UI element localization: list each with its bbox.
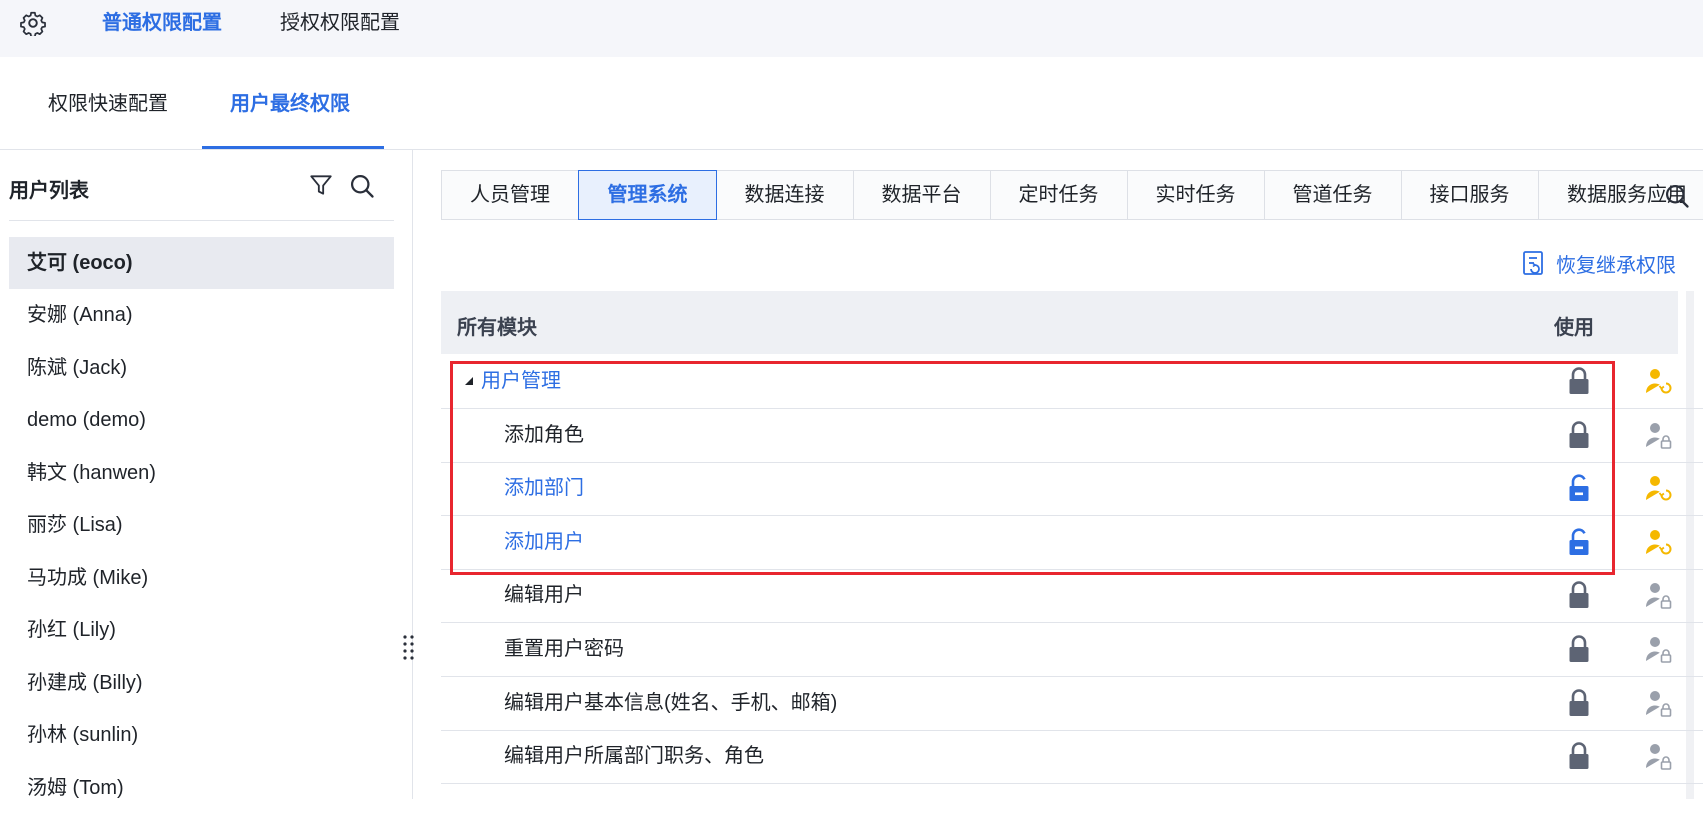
- user-item[interactable]: 丽莎 (Lisa): [9, 499, 394, 551]
- lock-icon[interactable]: [1566, 634, 1592, 664]
- top-bar: 普通权限配置 授权权限配置: [0, 0, 1703, 57]
- unlocked-lock-icon[interactable]: [1566, 527, 1592, 557]
- lock-icon[interactable]: [1566, 366, 1592, 396]
- sub-tab-bar: 权限快速配置 用户最终权限: [0, 57, 1703, 150]
- table-row: 编辑用户基本信息(姓名、手机、邮箱): [441, 677, 1703, 731]
- document-restore-icon: [1523, 251, 1543, 275]
- tab-authorization-permission-config[interactable]: 授权权限配置: [280, 10, 400, 36]
- user-item[interactable]: 孙红 (Lily): [9, 604, 394, 656]
- module-label: 编辑用户基本信息(姓名、手机、邮箱): [504, 691, 838, 714]
- table-row: 添加用户: [441, 516, 1703, 570]
- module-label: 重置用户密码: [504, 638, 624, 660]
- module-label: 添加角色: [504, 423, 584, 446]
- panel-resize-handle-icon[interactable]: [402, 633, 416, 661]
- tab-data-platform[interactable]: 数据平台: [853, 171, 991, 219]
- module-label: 编辑用户: [504, 584, 584, 607]
- user-list-panel: 用户列表 艾可 (eoco) 安娜 (Anna) 陈斌 (Jack) demo …: [0, 150, 413, 799]
- active-tab-underline: [202, 146, 384, 149]
- user-inherit-icon[interactable]: [1644, 473, 1674, 503]
- search-icon[interactable]: [1663, 182, 1691, 210]
- user-lock-icon[interactable]: [1644, 580, 1674, 610]
- user-item[interactable]: 韩文 (hanwen): [9, 447, 394, 499]
- tab-data-connection[interactable]: 数据连接: [716, 171, 854, 219]
- tab-scheduled-task[interactable]: 定时任务: [990, 171, 1128, 219]
- user-lock-icon[interactable]: [1644, 634, 1674, 664]
- table-row: 添加部门: [441, 462, 1703, 517]
- module-tab-bar: 人员管理 管理系统 数据连接 数据平台 定时任务 实时任务 管道任务 接口服务 …: [441, 170, 1703, 220]
- user-inherit-icon[interactable]: [1644, 366, 1674, 396]
- user-list-title: 用户列表: [9, 180, 89, 202]
- lock-icon[interactable]: [1566, 688, 1592, 718]
- lock-icon[interactable]: [1566, 580, 1592, 610]
- gear-icon[interactable]: [20, 10, 46, 36]
- unlocked-lock-icon[interactable]: [1566, 473, 1592, 503]
- module-label: 添加部门: [504, 477, 584, 500]
- user-item[interactable]: 安娜 (Anna): [9, 289, 394, 341]
- table-row: 重置用户密码: [441, 623, 1703, 677]
- user-item[interactable]: 孙林 (sunlin): [9, 709, 394, 761]
- column-header-modules: 所有模块: [457, 317, 537, 339]
- user-item[interactable]: 艾可 (eoco): [9, 237, 394, 289]
- table-row: 编辑用户所属部门职务、角色: [441, 730, 1703, 785]
- filter-icon[interactable]: [308, 172, 334, 198]
- table-header: 所有模块 使用: [441, 291, 1678, 354]
- divider: [9, 220, 394, 221]
- search-icon[interactable]: [348, 172, 376, 200]
- user-lock-icon[interactable]: [1644, 688, 1674, 718]
- user-item[interactable]: demo (demo): [9, 394, 394, 446]
- tab-quick-permission-config[interactable]: 权限快速配置: [48, 91, 168, 117]
- table-row: 编辑用户: [441, 569, 1703, 624]
- tab-personnel-management[interactable]: 人员管理: [442, 171, 579, 219]
- lock-icon[interactable]: [1566, 741, 1592, 771]
- table-row: 用户管理: [441, 355, 1703, 409]
- user-item[interactable]: 马功成 (Mike): [9, 552, 394, 604]
- user-item[interactable]: 孙建成 (Billy): [9, 657, 394, 709]
- tab-management-system[interactable]: 管理系统: [578, 170, 717, 220]
- module-label: 添加用户: [504, 530, 584, 553]
- tab-normal-permission-config[interactable]: 普通权限配置: [102, 10, 222, 36]
- tab-api-service[interactable]: 接口服务: [1401, 171, 1539, 219]
- tab-realtime-task[interactable]: 实时任务: [1127, 171, 1265, 219]
- user-inherit-icon[interactable]: [1644, 527, 1674, 557]
- user-item[interactable]: 汤姆 (Tom): [9, 762, 394, 814]
- user-item[interactable]: 陈斌 (Jack): [9, 342, 394, 394]
- module-label: 编辑用户所属部门职务、角色: [504, 745, 764, 768]
- module-label: 用户管理: [481, 370, 561, 392]
- caret-down-icon[interactable]: [463, 375, 475, 387]
- tab-pipeline-task[interactable]: 管道任务: [1264, 171, 1402, 219]
- lock-icon[interactable]: [1566, 420, 1592, 450]
- tab-user-final-permission[interactable]: 用户最终权限: [230, 91, 350, 117]
- restore-label: 恢复继承权限: [1556, 254, 1676, 277]
- column-header-use: 使用: [1554, 317, 1594, 339]
- table-row: 添加角色: [441, 409, 1703, 463]
- user-lock-icon[interactable]: [1644, 741, 1674, 771]
- restore-inherited-permission-button[interactable]: 恢复继承权限: [1522, 249, 1676, 277]
- user-lock-icon[interactable]: [1644, 420, 1674, 450]
